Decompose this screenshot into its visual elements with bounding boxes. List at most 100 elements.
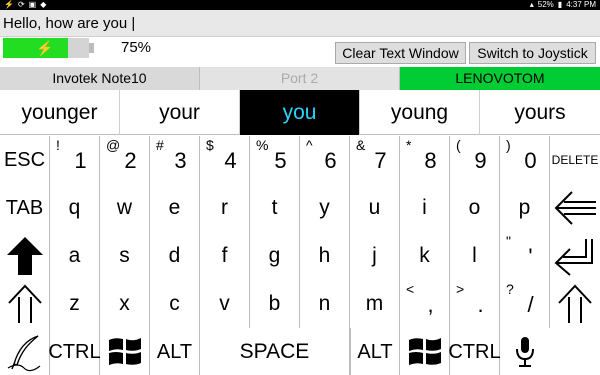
wifi-icon: ▴ [529,0,534,9]
key-8[interactable]: * 8 [400,136,450,184]
alt-left-key[interactable]: ALT [150,328,200,375]
key-q[interactable]: q [50,184,100,232]
key-u[interactable]: u [350,184,400,232]
key-s[interactable]: s [100,232,150,280]
keyboard: ESC ! 1 @2 #3 $4 % 5 ^ 6 & 7 * 8 (9 ) 0 DELETE… [0,136,600,375]
word-suggestions: younger your you young yours [0,90,600,135]
key-o[interactable]: o [450,184,500,232]
key-g[interactable]: g [250,232,300,280]
microphone-key[interactable] [500,328,550,375]
key-w[interactable]: w [100,184,150,232]
key-m[interactable]: m [350,280,400,328]
windows-right-key[interactable] [400,328,450,375]
usb-icon: ⚡ [4,0,14,9]
suggestion-2[interactable]: your [120,90,240,135]
key-z[interactable]: z [50,280,100,328]
key-k[interactable]: k [400,232,450,280]
key-2[interactable]: @2 [100,136,150,184]
key-comma[interactable]: <, [400,280,450,328]
clear-text-window-button[interactable]: Clear Text Window [335,42,466,64]
key-v[interactable]: v [200,280,250,328]
shift-left-key[interactable] [0,280,50,328]
key-4-label: 4 [224,148,237,173]
key-comma-label: , [427,292,434,317]
key-t[interactable]: t [250,184,300,232]
suggestion-5[interactable]: yours [480,90,600,135]
esc-key[interactable]: ESC [0,136,50,184]
handwriting-key[interactable] [0,328,50,375]
shift-arrow-icon [7,284,42,323]
key-l[interactable]: l [450,232,500,280]
key-5[interactable]: % 5 [250,136,300,184]
key-1[interactable]: ! 1 [50,136,100,184]
key-0[interactable]: ) 0 [500,136,550,184]
key-i[interactable]: i [400,184,450,232]
key-9[interactable]: (9 [450,136,500,184]
battery-nub [89,43,94,53]
key-1-label: 1 [74,148,87,173]
port-tab-2[interactable]: Port 2 [200,67,400,90]
key-9-label: 9 [474,148,487,173]
enter-key[interactable] [550,232,600,280]
keyboard-row-zxcv: z x c v b n m <, >. ? / [0,280,600,328]
microphone-icon [516,337,534,367]
key-x[interactable]: x [100,280,150,328]
status-battery-percent: 52% [537,0,554,9]
tab-key[interactable]: TAB [0,184,50,232]
quill-pen-icon [7,335,40,372]
sync-icon: ⟳ [17,0,25,9]
key-p[interactable]: p [500,184,550,232]
keyboard-row-numbers: ESC ! 1 @2 #3 $4 % 5 ^ 6 & 7 * 8 (9 ) 0 DELETE [0,136,600,184]
key-slash[interactable]: ? / [500,280,550,328]
shift-arrow-icon [558,284,592,323]
port-tab-1[interactable]: Invotek Note10 [0,67,200,90]
keyboard-row-modifiers: CTRL ALT SPACE ALT CTRL [0,328,600,375]
key-n[interactable]: n [300,280,350,328]
key-quote[interactable]: " ' [500,232,550,280]
shift-right-key[interactable] [550,280,600,328]
key-period-label: . [477,292,484,317]
windows-left-key[interactable] [100,328,150,375]
key-f[interactable]: f [200,232,250,280]
alt-right-key[interactable]: ALT [350,328,400,375]
status-bar: ⚡ ⟳ ▣ ◆ ▴ 52% ▮ 4:37 PM [0,0,600,10]
key-b[interactable]: b [250,280,300,328]
status-right: ▴ 52% ▮ 4:37 PM [530,0,596,10]
ctrl-left-key[interactable]: CTRL [48,328,101,375]
delete-key[interactable]: DELETE [550,136,600,184]
key-6-label: 6 [324,148,337,173]
key-3[interactable]: #3 [150,136,200,184]
battery-indicator: ⚡ [3,38,94,58]
key-slash-label: / [527,292,534,317]
key-c[interactable]: c [150,280,200,328]
key-3-label: 3 [174,148,187,173]
key-y[interactable]: y [300,184,350,232]
switch-to-joystick-button[interactable]: Switch to Joystick [469,42,596,64]
text-window[interactable]: Hello, how are you | [0,10,600,37]
suggestion-3-selected[interactable]: you [240,90,360,135]
key-period[interactable]: >. [450,280,500,328]
port-tab-3[interactable]: LENOVOTOM [400,67,600,90]
space-key[interactable]: SPACE [200,328,350,375]
key-7-label: 7 [374,148,387,173]
caps-lock-arrow-icon [6,237,43,275]
backspace-key[interactable] [550,184,600,232]
key-j[interactable]: j [350,232,400,280]
key-quote-label: ' [528,244,533,269]
key-6[interactable]: ^ 6 [300,136,350,184]
suggestion-1[interactable]: younger [0,90,120,135]
battery-icon: ▮ [557,0,563,9]
key-8-label: 8 [424,148,437,173]
key-r[interactable]: r [200,184,250,232]
key-0-label: 0 [524,148,537,173]
key-d[interactable]: d [150,232,200,280]
caps-lock-key[interactable] [0,232,50,280]
key-a[interactable]: a [50,232,100,280]
key-4[interactable]: $4 [200,136,250,184]
key-e[interactable]: e [150,184,200,232]
suggestion-4[interactable]: young [360,90,480,135]
ctrl-right-key[interactable]: CTRL [448,328,501,375]
key-7[interactable]: & 7 [350,136,400,184]
backspace-arrow-icon [554,191,596,225]
key-h[interactable]: h [300,232,350,280]
